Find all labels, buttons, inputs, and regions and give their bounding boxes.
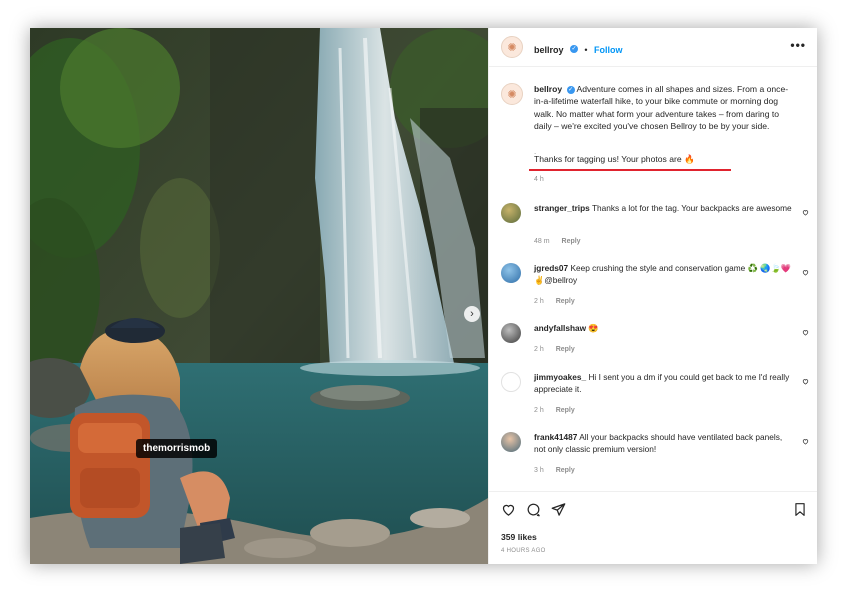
heart-icon[interactable] xyxy=(802,269,809,276)
comment-text: andyfallshaw 😍 xyxy=(534,323,792,335)
likes-count[interactable]: 359 likes xyxy=(501,532,537,542)
reply-button[interactable]: Reply xyxy=(556,298,575,305)
post-details-panel: ✺ bellroy ✓ • Follow ••• ✺ bellroy ✓ Adv… xyxy=(488,28,817,564)
bellroy-avatar[interactable]: ✺ xyxy=(501,36,523,58)
comment-meta: 2 h Reply xyxy=(534,346,585,353)
waterfall-photo xyxy=(30,28,488,564)
bellroy-logo-icon: ✺ xyxy=(507,41,517,54)
header-user-row: bellroy ✓ • Follow xyxy=(534,40,623,58)
verified-badge-icon: ✓ xyxy=(569,44,578,53)
caption-username[interactable]: bellroy xyxy=(534,84,562,94)
bookmark-icon[interactable] xyxy=(793,502,807,517)
comment-time: 2 h xyxy=(534,346,544,353)
like-heart-icon[interactable] xyxy=(501,502,516,517)
posted-time: 4 HOURS AGO xyxy=(501,548,546,554)
reply-button[interactable]: Reply xyxy=(556,467,575,474)
post-caption: bellroy ✓ Adventure comes in all shapes … xyxy=(534,83,792,132)
caption-time: 4 h xyxy=(534,176,544,183)
reply-button[interactable]: Reply xyxy=(556,407,575,414)
comment-text: stranger_trips Thanks a lot for the tag.… xyxy=(534,203,792,215)
post-photo[interactable]: themorrismob › xyxy=(30,28,488,564)
comment-meta: 3 h Reply xyxy=(534,467,585,474)
reply-button[interactable]: Reply xyxy=(562,238,581,245)
user-tag[interactable]: themorrismob xyxy=(136,439,218,458)
commenter-avatar[interactable] xyxy=(501,203,521,223)
follow-button[interactable]: Follow xyxy=(594,45,623,55)
comment-icon[interactable] xyxy=(526,502,541,517)
comment-body: Keep crushing the style and conservation… xyxy=(534,263,792,285)
comment-meta: 2 h Reply xyxy=(534,407,585,414)
commenter-avatar[interactable] xyxy=(501,432,521,452)
reply-button[interactable]: Reply xyxy=(556,346,575,353)
share-icon[interactable] xyxy=(551,502,566,517)
comment-username[interactable]: frank41487 xyxy=(534,432,577,442)
heart-icon[interactable] xyxy=(802,438,809,445)
post-header: ✺ bellroy ✓ • Follow ••• xyxy=(489,28,817,67)
caption-reply-text: Thanks for tagging us! Your photos are 🔥 xyxy=(534,154,695,164)
commenter-avatar[interactable] xyxy=(501,263,521,283)
commenter-avatar[interactable] xyxy=(501,372,521,392)
more-options-icon[interactable]: ••• xyxy=(790,38,806,52)
comment-text: frank41487 All your backpacks should hav… xyxy=(534,432,792,455)
comment-username[interactable]: stranger_trips xyxy=(534,203,590,213)
comment-time: 2 h xyxy=(534,298,544,305)
comment-username[interactable]: jimmyoakes_ xyxy=(534,372,586,382)
verified-badge-icon: ✓ xyxy=(566,85,575,94)
comment-meta: 48 m Reply xyxy=(534,238,591,245)
caption-avatar[interactable]: ✺ xyxy=(501,83,523,105)
heart-icon[interactable] xyxy=(802,378,809,385)
header-username[interactable]: bellroy xyxy=(534,45,564,55)
comment-text: jgreds07 Keep crushing the style and con… xyxy=(534,263,792,286)
heart-icon[interactable] xyxy=(802,209,809,216)
comment-time: 3 h xyxy=(534,467,544,474)
comment-meta: 2 h Reply xyxy=(534,298,585,305)
comment-time: 48 m xyxy=(534,238,550,245)
instagram-post-modal: themorrismob › ✺ bellroy ✓ • Follow ••• … xyxy=(30,28,817,564)
commenter-avatar[interactable] xyxy=(501,323,521,343)
bellroy-logo-icon: ✺ xyxy=(507,88,517,101)
separator-dot: • xyxy=(584,45,588,55)
comment-body: 😍 xyxy=(588,323,599,333)
comment-body: Thanks a lot for the tag. Your backpacks… xyxy=(591,203,792,213)
next-arrow-icon[interactable]: › xyxy=(464,306,480,322)
comment-username[interactable]: jgreds07 xyxy=(534,263,568,273)
comment-username[interactable]: andyfallshaw xyxy=(534,323,586,333)
highlight-underline xyxy=(529,169,731,171)
post-actions: 359 likes 4 HOURS AGO xyxy=(489,491,817,564)
comment-text: jimmyoakes_ Hi I sent you a dm if you co… xyxy=(534,372,792,395)
comment-time: 2 h xyxy=(534,407,544,414)
heart-icon[interactable] xyxy=(802,329,809,336)
